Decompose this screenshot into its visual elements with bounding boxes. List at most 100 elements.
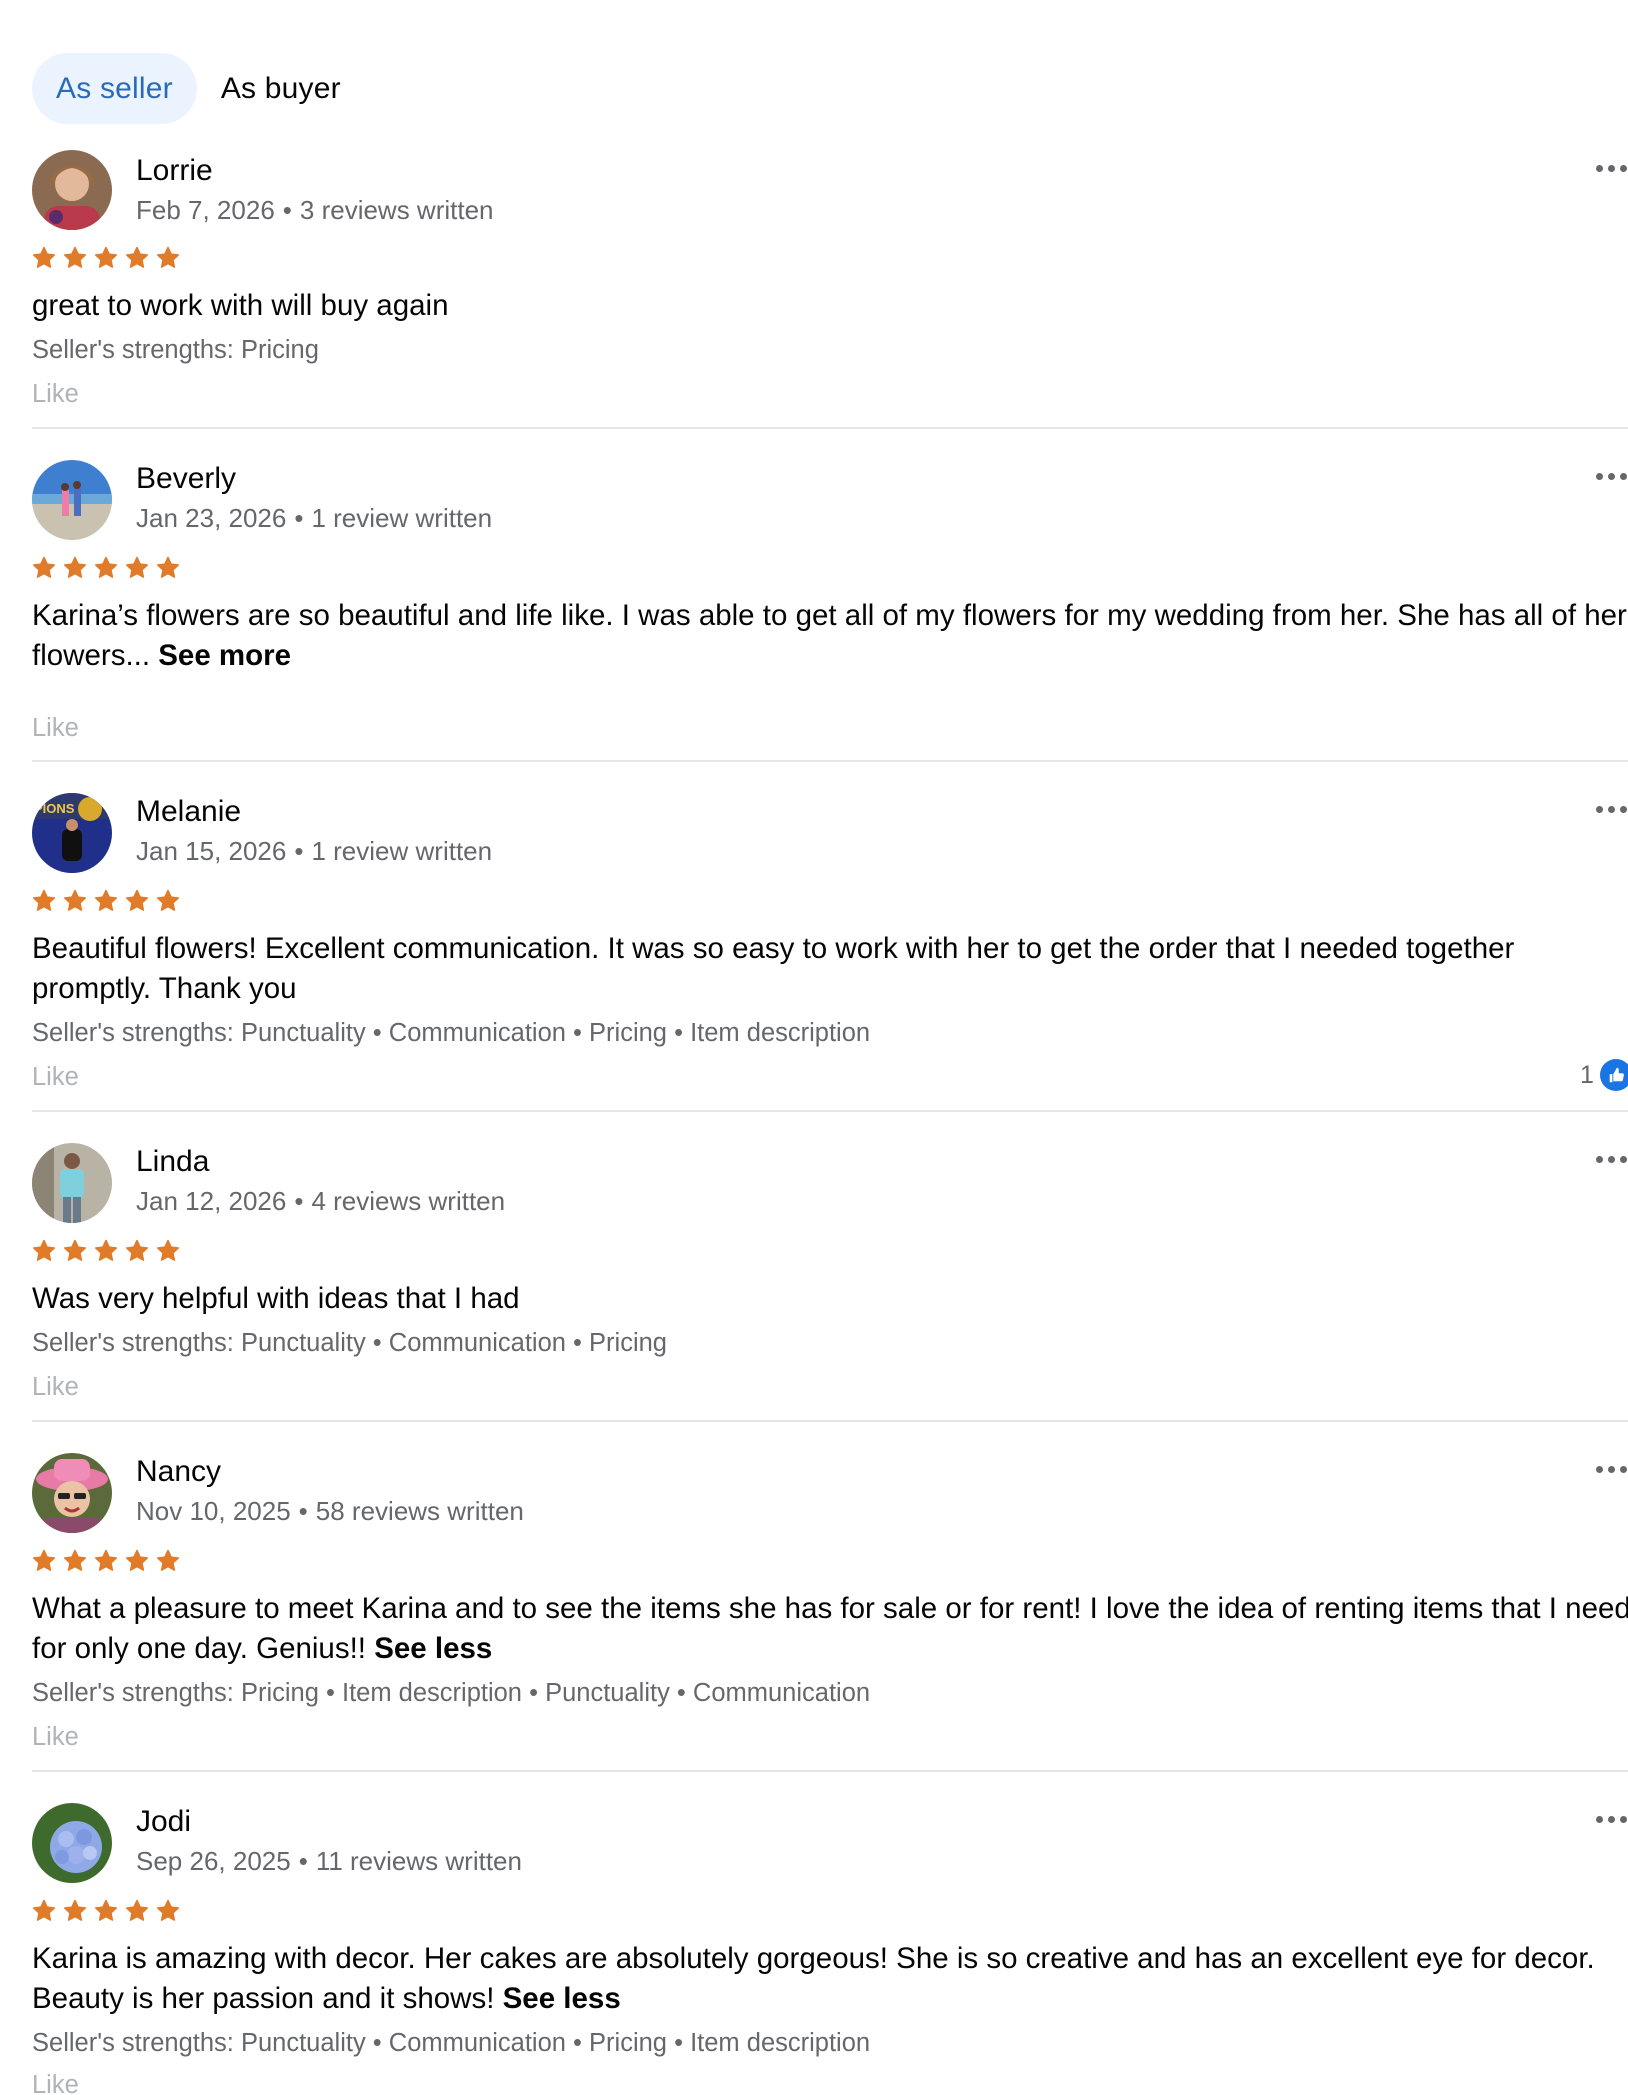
star-icon	[63, 246, 87, 270]
avatar[interactable]	[32, 150, 112, 230]
divider	[32, 1770, 1628, 1772]
review-body: Karina is amazing with decor. Her cakes …	[32, 1942, 1595, 2015]
reviewer-name[interactable]: Melanie	[136, 795, 241, 829]
star-icon	[94, 1239, 118, 1263]
see-less-link[interactable]: See less	[374, 1632, 492, 1665]
tab-as-seller[interactable]: As seller	[32, 53, 197, 124]
more-options-icon[interactable]	[1596, 1813, 1628, 1825]
star-icon	[32, 1239, 56, 1263]
divider	[32, 1110, 1628, 1112]
tab-as-buyer[interactable]: As buyer	[197, 53, 365, 124]
separator-dot: •	[294, 1186, 304, 1216]
avatar[interactable]	[32, 1803, 112, 1883]
reviewer-name[interactable]: Lorrie	[136, 154, 213, 188]
review-date: Nov 10, 2025	[136, 1496, 291, 1526]
review-meta: Feb 7, 2026 • 3 reviews written	[136, 195, 494, 226]
reviewer-name[interactable]: Beverly	[136, 462, 236, 496]
seller-strengths: Seller's strengths: Punctuality • Commun…	[32, 1329, 667, 1357]
more-options-icon[interactable]	[1596, 470, 1628, 482]
review-meta: Sep 26, 2025 • 11 reviews written	[136, 1846, 522, 1877]
star-icon	[63, 889, 87, 913]
like-button[interactable]: Like	[32, 380, 79, 409]
like-button[interactable]: Like	[32, 1373, 79, 1402]
like-button[interactable]: Like	[32, 1723, 79, 1752]
separator-dot: •	[298, 1496, 308, 1526]
avatar[interactable]	[32, 460, 112, 540]
svg-text:PIONS: PIONS	[34, 801, 75, 816]
like-button[interactable]: Like	[32, 714, 79, 743]
star-icon	[32, 889, 56, 913]
review-meta: Jan 12, 2026 • 4 reviews written	[136, 1186, 505, 1217]
reaction-summary[interactable]: 1	[1580, 1059, 1628, 1091]
star-icon	[125, 1899, 149, 1923]
review-meta: Nov 10, 2025 • 58 reviews written	[136, 1496, 524, 1527]
review-date: Sep 26, 2025	[136, 1846, 291, 1876]
star-icon	[125, 246, 149, 270]
review-body: What a pleasure to meet Karina and to se…	[32, 1592, 1628, 1665]
star-icon	[156, 556, 180, 580]
like-button[interactable]: Like	[32, 1063, 79, 1092]
seller-strengths: Seller's strengths: Punctuality • Commun…	[32, 1019, 871, 1047]
separator-dot: •	[298, 1846, 308, 1876]
seller-strengths: Seller's strengths: Pricing	[32, 336, 319, 364]
star-icon	[156, 246, 180, 270]
review-text: Karina’s flowers are so beautiful and li…	[32, 596, 1628, 676]
review-text: Karina is amazing with decor. Her cakes …	[32, 1939, 1628, 2019]
avatar[interactable]: PIONS	[32, 793, 112, 873]
star-rating	[32, 246, 180, 270]
review-body: Beautiful flowers! Excellent communicati…	[32, 932, 1515, 1005]
reviewer-name[interactable]: Nancy	[136, 1455, 221, 1489]
star-icon	[156, 1899, 180, 1923]
star-icon	[156, 1239, 180, 1263]
separator-dot: •	[282, 195, 292, 225]
more-options-icon[interactable]	[1596, 1463, 1628, 1475]
review-date: Jan 15, 2026	[136, 836, 287, 866]
reviewer-name[interactable]: Linda	[136, 1145, 209, 1179]
star-icon	[32, 1549, 56, 1573]
more-options-icon[interactable]	[1596, 803, 1628, 815]
more-options-icon[interactable]	[1596, 162, 1628, 174]
star-rating	[32, 1239, 180, 1263]
star-icon	[94, 556, 118, 580]
separator-dot: •	[294, 503, 304, 533]
star-icon	[94, 1549, 118, 1573]
star-rating	[32, 556, 180, 580]
star-icon	[32, 556, 56, 580]
star-icon	[156, 889, 180, 913]
star-icon	[63, 556, 87, 580]
see-more-link[interactable]: See more	[158, 639, 291, 672]
review-text: Beautiful flowers! Excellent communicati…	[32, 929, 1628, 1009]
more-options-icon[interactable]	[1596, 1153, 1628, 1165]
see-less-link[interactable]: See less	[503, 1982, 621, 2015]
avatar[interactable]	[32, 1143, 112, 1223]
star-icon	[63, 1549, 87, 1573]
star-icon	[156, 1549, 180, 1573]
divider	[32, 760, 1628, 762]
star-icon	[94, 889, 118, 913]
reviews-written-count: 58 reviews written	[315, 1496, 524, 1526]
star-icon	[94, 246, 118, 270]
reviewer-name[interactable]: Jodi	[136, 1805, 191, 1839]
separator-dot: •	[294, 836, 304, 866]
review-tabs: As seller As buyer	[32, 53, 365, 124]
like-button[interactable]: Like	[32, 2071, 79, 2095]
seller-strengths: Seller's strengths: Pricing • Item descr…	[32, 1679, 871, 1707]
review-meta: Jan 15, 2026 • 1 review written	[136, 836, 492, 867]
review-body: great to work with will buy again	[32, 289, 449, 322]
star-icon	[63, 1239, 87, 1263]
star-rating	[32, 889, 180, 913]
star-icon	[63, 1899, 87, 1923]
reviews-page: As seller As buyer Lorrie Feb 7, 2026 • 3 …	[0, 0, 1628, 2095]
reviews-written-count: 1 review written	[311, 503, 493, 533]
star-icon	[125, 556, 149, 580]
reaction-count: 1	[1580, 1060, 1594, 1089]
reviews-written-count: 11 reviews written	[315, 1846, 522, 1876]
review-date: Jan 23, 2026	[136, 503, 287, 533]
star-icon	[32, 246, 56, 270]
review-text: Was very helpful with ideas that I had	[32, 1279, 1628, 1319]
review-meta: Jan 23, 2026 • 1 review written	[136, 503, 492, 534]
avatar[interactable]	[32, 1453, 112, 1533]
reviews-written-count: 3 reviews written	[299, 195, 494, 225]
star-icon	[125, 1239, 149, 1263]
review-body: Was very helpful with ideas that I had	[32, 1282, 520, 1315]
